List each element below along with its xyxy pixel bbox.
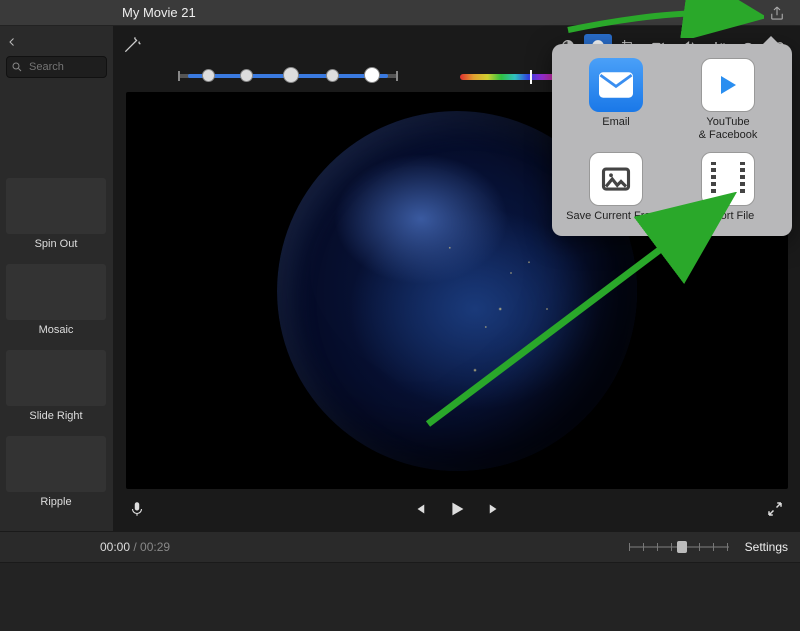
search-icon xyxy=(11,60,23,72)
share-save-frame[interactable]: Save Current Frame xyxy=(560,152,672,223)
expand-icon xyxy=(766,500,784,518)
playback-bar xyxy=(114,491,800,531)
chevron-left-icon xyxy=(6,36,18,48)
transition-mosaic[interactable]: Mosaic xyxy=(6,264,106,336)
share-icon xyxy=(768,4,786,22)
transition-label: Ripple xyxy=(6,496,106,508)
sidebar: Spin Out Mosaic Slide Right Ripple xyxy=(0,26,114,531)
duration: 00:29 xyxy=(140,540,170,554)
share-button[interactable] xyxy=(768,4,786,22)
voiceover-button[interactable] xyxy=(128,500,146,523)
mic-icon xyxy=(128,500,146,518)
next-button[interactable] xyxy=(486,500,504,523)
project-title: My Movie 21 xyxy=(122,5,196,20)
wand-icon xyxy=(122,35,142,55)
transition-label: Mosaic xyxy=(6,324,106,336)
prev-icon xyxy=(410,500,428,518)
share-popover: Email YouTube & Facebook Save Current Fr… xyxy=(552,44,792,236)
enhance-button[interactable] xyxy=(122,35,144,57)
timeline-tracks[interactable] xyxy=(0,563,800,631)
share-youtube-facebook[interactable]: YouTube & Facebook xyxy=(672,58,784,142)
transition-thumb xyxy=(6,350,106,406)
fullscreen-button[interactable] xyxy=(766,500,784,523)
transition-thumb xyxy=(6,178,106,234)
film-icon xyxy=(701,152,755,206)
next-icon xyxy=(486,500,504,518)
transition-label: Slide Right xyxy=(6,410,106,422)
youtube-icon xyxy=(701,58,755,112)
email-icon xyxy=(589,58,643,112)
share-label: Export File xyxy=(672,210,784,223)
share-label: Save Current Frame xyxy=(560,210,672,223)
transition-label: Spin Out xyxy=(6,238,106,250)
title-bar: My Movie 21 xyxy=(0,0,800,26)
search-wrap xyxy=(6,56,107,78)
play-button[interactable] xyxy=(446,498,468,525)
transition-slide-right[interactable]: Slide Right xyxy=(6,350,106,422)
transitions-list: Spin Out Mosaic Slide Right Ripple xyxy=(6,178,107,508)
timecode: 00:00 / 00:29 xyxy=(100,540,170,554)
share-label: YouTube & Facebook xyxy=(672,116,784,142)
saturation-slider[interactable] xyxy=(460,74,556,80)
share-label: Email xyxy=(560,116,672,129)
current-time: 00:00 xyxy=(100,540,130,554)
transition-ripple[interactable]: Ripple xyxy=(6,436,106,508)
transition-spin-out[interactable]: Spin Out xyxy=(6,178,106,250)
share-export-file[interactable]: Export File xyxy=(672,152,784,223)
play-icon xyxy=(446,498,468,520)
back-button[interactable] xyxy=(6,32,107,52)
share-email[interactable]: Email xyxy=(560,58,672,142)
prev-button[interactable] xyxy=(410,500,428,523)
exposure-slider[interactable] xyxy=(178,74,398,78)
transition-thumb xyxy=(6,264,106,320)
image-icon xyxy=(589,152,643,206)
transition-thumb xyxy=(6,436,106,492)
zoom-slider[interactable] xyxy=(629,541,729,553)
settings-button[interactable]: Settings xyxy=(745,540,788,554)
timeline-bar: 00:00 / 00:29 Settings xyxy=(0,531,800,563)
